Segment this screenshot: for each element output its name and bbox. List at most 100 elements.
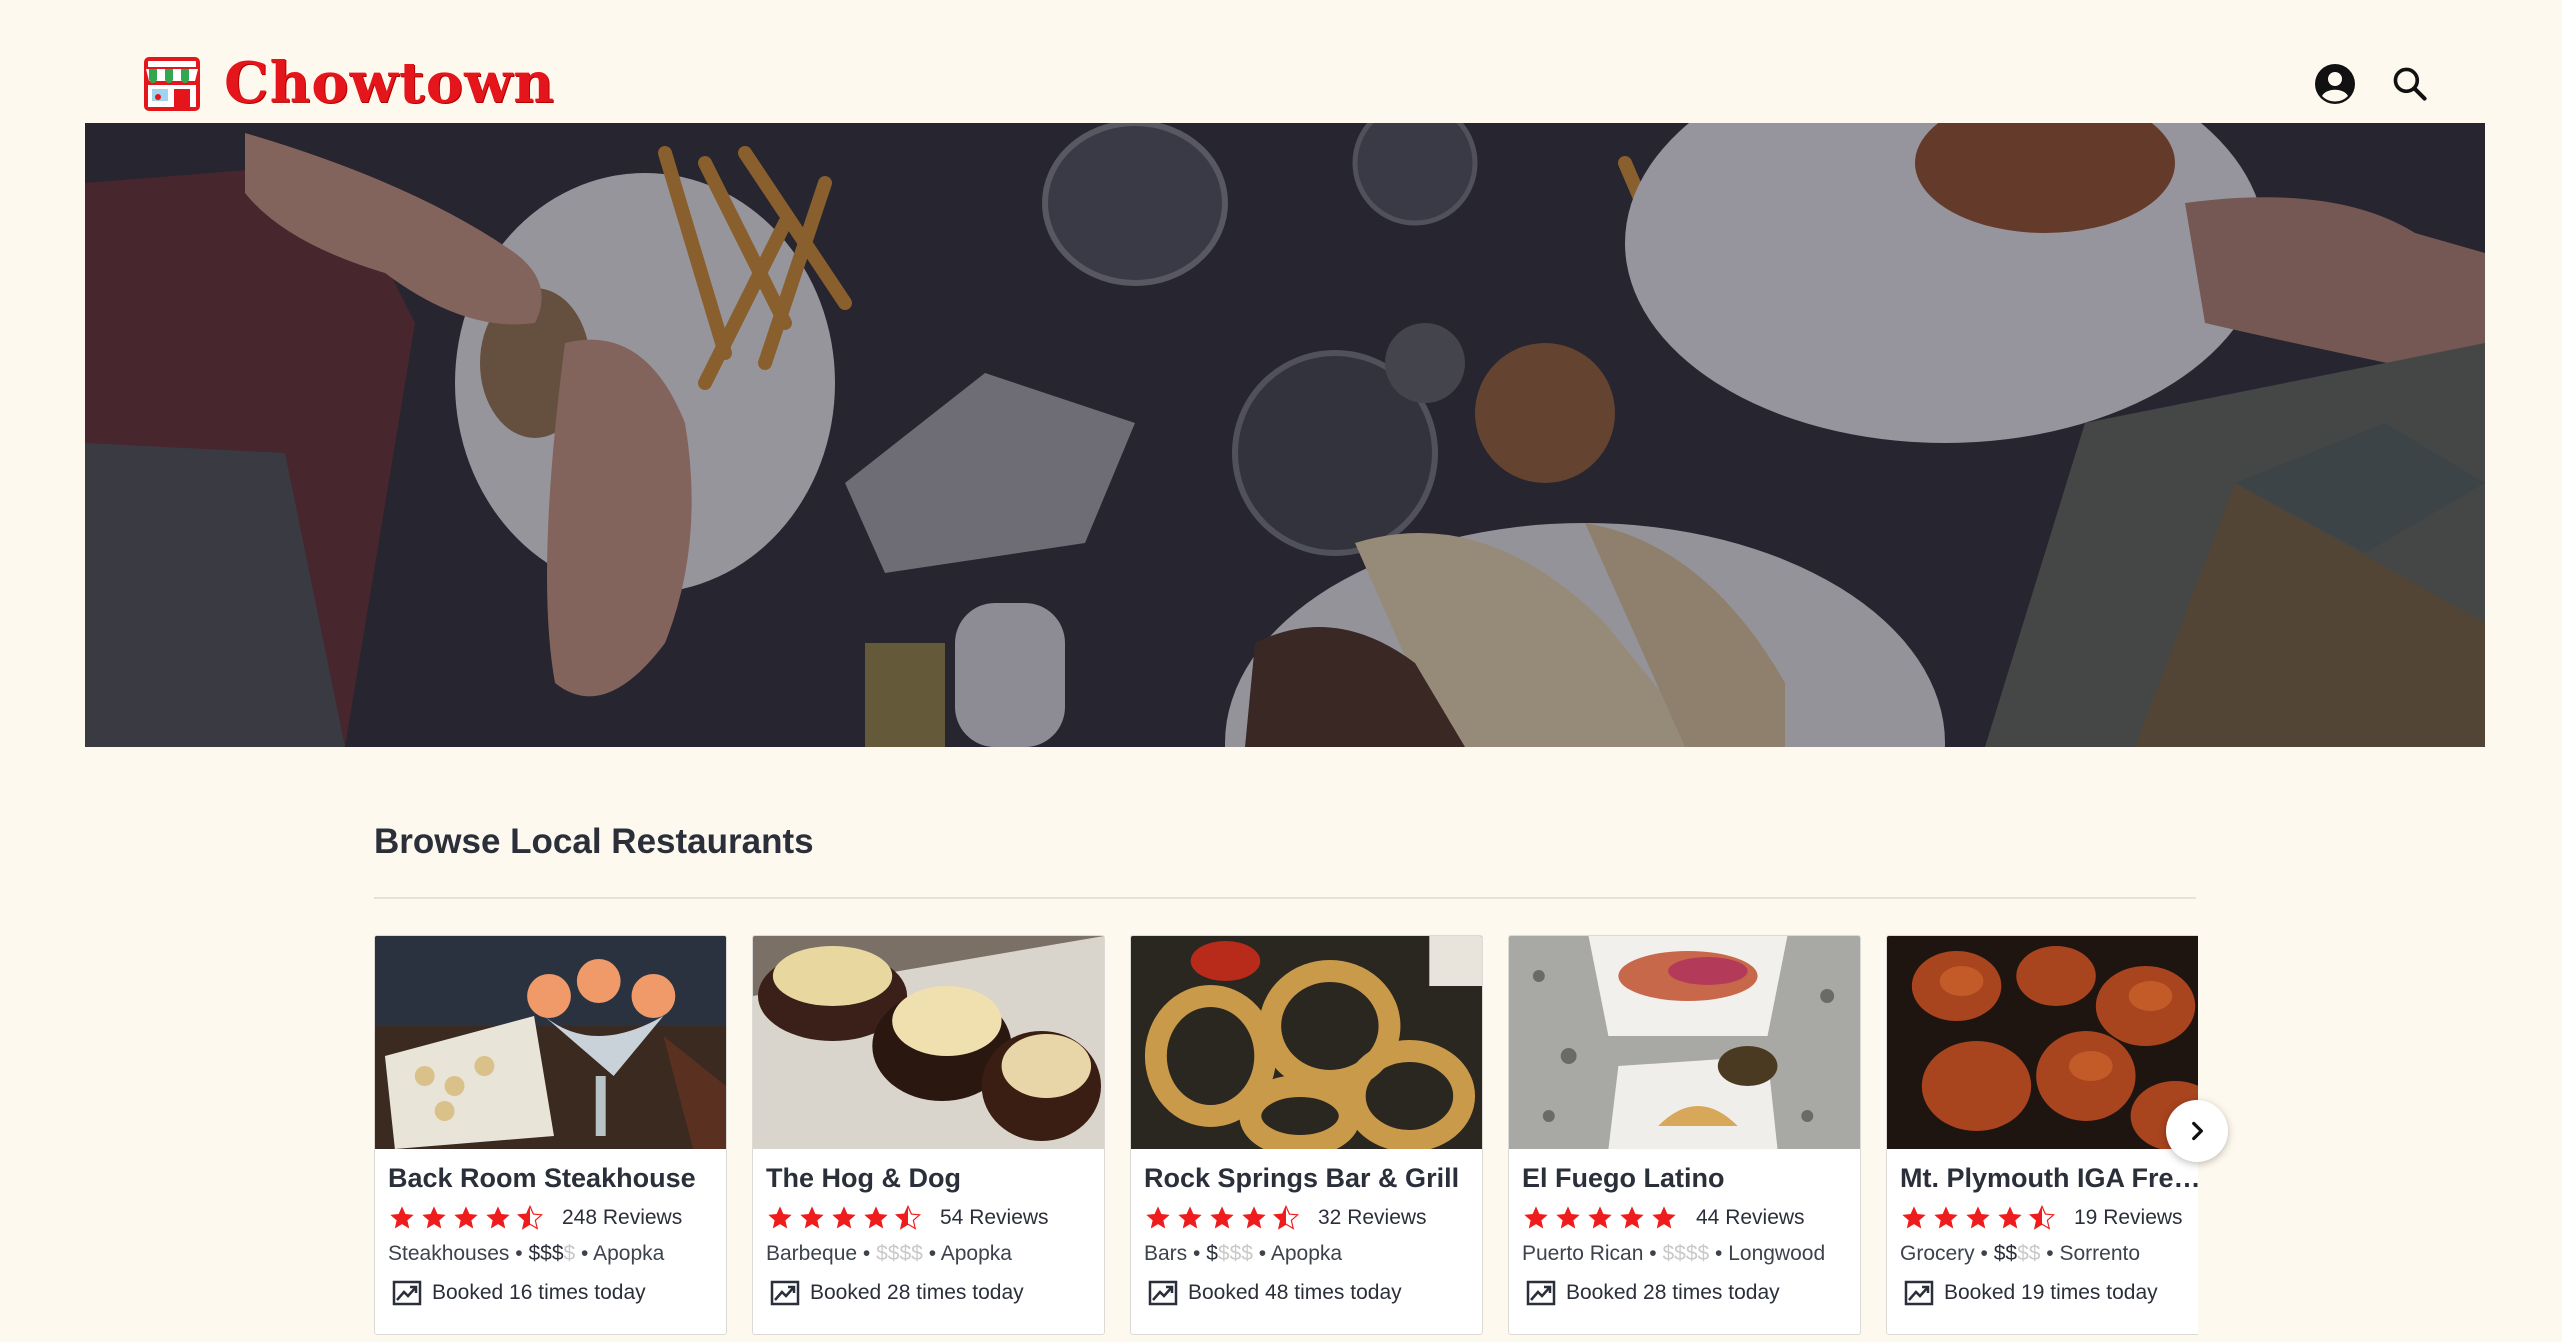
search-icon[interactable] xyxy=(2388,62,2432,106)
restaurant-card[interactable]: El Fuego Latino 44 Reviews Puerto Rican … xyxy=(1508,935,1861,1335)
price-level: $$$$ xyxy=(528,1242,575,1265)
star-filled-icon xyxy=(1178,1206,1202,1229)
category: Steakhouses xyxy=(388,1242,510,1265)
star-filled-icon xyxy=(832,1206,856,1229)
restaurant-photo xyxy=(1131,936,1482,1149)
price-dollar-active: $ xyxy=(540,1242,552,1265)
rating-row: 32 Reviews xyxy=(1144,1204,1482,1232)
star-filled-icon xyxy=(1934,1206,1958,1229)
star-filled-icon xyxy=(1652,1206,1676,1229)
restaurant-card[interactable]: Rock Springs Bar & Grill 32 Reviews Bars… xyxy=(1130,935,1483,1335)
review-count[interactable]: 32 Reviews xyxy=(1318,1206,1427,1230)
booked-info: Booked 19 times today xyxy=(1900,1280,2198,1306)
category: Barbeque xyxy=(766,1242,858,1265)
rating-row: 248 Reviews xyxy=(388,1204,726,1232)
restaurant-name[interactable]: The Hog & Dog xyxy=(766,1163,1096,1194)
trending-up-icon xyxy=(770,1280,800,1306)
restaurant-photo xyxy=(1509,936,1860,1149)
category: Puerto Rican xyxy=(1522,1242,1644,1265)
booked-info: Booked 16 times today xyxy=(388,1280,726,1306)
rating-row: 44 Reviews xyxy=(1522,1204,1860,1232)
star-filled-icon xyxy=(1556,1206,1580,1229)
section-title: Browse Local Restaurants xyxy=(374,822,814,861)
star-filled-icon xyxy=(864,1206,888,1229)
star-filled-icon xyxy=(768,1206,792,1229)
restaurant-meta: Bars • $$$$ • Apopka xyxy=(1144,1242,1343,1265)
star-filled-icon xyxy=(1966,1206,1990,1229)
star-filled-icon xyxy=(1588,1206,1612,1229)
booked-info: Booked 28 times today xyxy=(1522,1280,1860,1306)
price-dollar-inactive: $ xyxy=(1241,1242,1253,1265)
booked-text: Booked 28 times today xyxy=(1566,1281,1780,1304)
review-count[interactable]: 44 Reviews xyxy=(1696,1206,1805,1230)
rating-row: 19 Reviews xyxy=(1900,1204,2198,1232)
booked-text: Booked 28 times today xyxy=(810,1281,1024,1304)
category: Grocery xyxy=(1900,1242,1975,1265)
restaurant-photo xyxy=(753,936,1104,1149)
brand-name: Chowtown xyxy=(224,50,555,116)
city: Longwood xyxy=(1728,1242,1826,1265)
restaurant-meta: Grocery • $$$$ • Sorrento xyxy=(1900,1242,2141,1265)
star-filled-icon xyxy=(1210,1206,1234,1229)
price-dollar-inactive: $ xyxy=(911,1242,923,1265)
divider xyxy=(374,897,2196,899)
brand-logo[interactable]: Chowtown xyxy=(140,50,555,116)
price-dollar-inactive: $ xyxy=(1229,1242,1242,1265)
carousel-next-button[interactable] xyxy=(2166,1100,2228,1162)
storefront-icon xyxy=(144,57,200,111)
booked-text: Booked 16 times today xyxy=(432,1281,646,1304)
review-count[interactable]: 248 Reviews xyxy=(562,1206,682,1230)
restaurant-photo xyxy=(375,936,726,1149)
chevron-right-icon xyxy=(2192,1121,2203,1141)
price-level: $$$$ xyxy=(1206,1242,1253,1265)
city: Apopka xyxy=(940,1242,1012,1265)
price-dollar-active: $ xyxy=(551,1242,564,1265)
booked-text: Booked 19 times today xyxy=(1944,1281,2158,1304)
restaurant-name[interactable]: El Fuego Latino xyxy=(1522,1163,1852,1194)
review-count[interactable]: 54 Reviews xyxy=(940,1206,1049,1230)
star-rating xyxy=(1522,1204,1678,1232)
account-icon[interactable] xyxy=(2313,62,2357,106)
rating-row: 54 Reviews xyxy=(766,1204,1104,1232)
price-level: $$$$ xyxy=(876,1242,923,1265)
star-filled-icon xyxy=(486,1206,510,1229)
star-filled-icon xyxy=(454,1206,478,1229)
trending-up-icon xyxy=(1526,1280,1556,1306)
price-dollar-inactive: $ xyxy=(887,1242,900,1265)
booked-info: Booked 28 times today xyxy=(766,1280,1104,1306)
price-dollar-active: $ xyxy=(2005,1242,2018,1265)
price-dollar-inactive: $ xyxy=(1662,1242,1675,1265)
restaurant-photo xyxy=(1887,936,2198,1149)
restaurant-name[interactable]: Mt. Plymouth IGA Fresh Market xyxy=(1900,1163,2198,1194)
price-dollar-inactive: $ xyxy=(1217,1242,1230,1265)
restaurant-meta: Barbeque • $$$$ • Apopka xyxy=(766,1242,1012,1265)
price-dollar-inactive: $ xyxy=(1674,1242,1686,1265)
price-dollar-inactive: $ xyxy=(1685,1242,1698,1265)
star-rating xyxy=(766,1204,922,1232)
booked-info: Booked 48 times today xyxy=(1144,1280,1482,1306)
trending-up-icon xyxy=(392,1280,422,1306)
star-half-icon xyxy=(516,1204,544,1230)
restaurant-name[interactable]: Rock Springs Bar & Grill xyxy=(1144,1163,1474,1194)
star-half-icon xyxy=(1272,1204,1300,1230)
restaurant-card[interactable]: Mt. Plymouth IGA Fresh Market 19 Reviews… xyxy=(1886,935,2198,1335)
star-filled-icon xyxy=(800,1206,824,1229)
price-dollar-inactive: $ xyxy=(2017,1242,2029,1265)
booked-text: Booked 48 times today xyxy=(1188,1281,1402,1304)
price-dollar-active: $ xyxy=(1993,1242,2006,1265)
restaurant-name[interactable]: Back Room Steakhouse xyxy=(388,1163,718,1194)
restaurant-card[interactable]: Back Room Steakhouse 248 Reviews Steakho… xyxy=(374,935,727,1335)
star-filled-icon xyxy=(1998,1206,2022,1229)
restaurant-meta: Steakhouses • $$$$ • Apopka xyxy=(388,1242,665,1265)
trending-up-icon xyxy=(1148,1280,1178,1306)
price-level: $$$$ xyxy=(1662,1242,1709,1265)
restaurant-carousel: Back Room Steakhouse 248 Reviews Steakho… xyxy=(374,935,2198,1335)
price-dollar-inactive: $ xyxy=(2028,1242,2041,1265)
site-header: Chowtown xyxy=(0,0,2562,123)
review-count[interactable]: 19 Reviews xyxy=(2074,1206,2183,1230)
star-filled-icon xyxy=(1620,1206,1644,1229)
star-half-icon xyxy=(894,1204,922,1230)
price-dollar-inactive: $ xyxy=(876,1242,888,1265)
star-filled-icon xyxy=(1242,1206,1266,1229)
restaurant-card[interactable]: The Hog & Dog 54 Reviews Barbeque • $$$$… xyxy=(752,935,1105,1335)
